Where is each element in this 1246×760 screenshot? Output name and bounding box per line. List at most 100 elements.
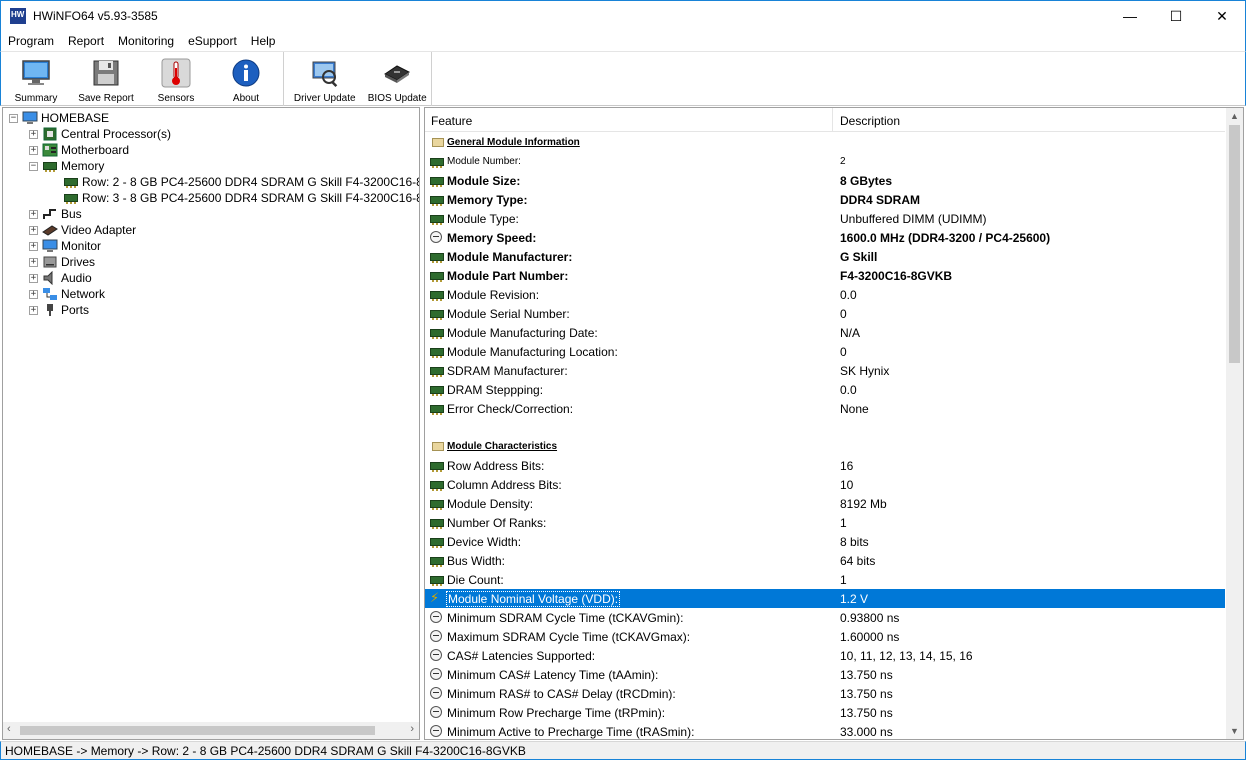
detail-row[interactable]: Memory Speed: 1600.0 MHz (DDR4-3200 / PC4…: [425, 228, 1225, 247]
hwinfo-app-icon[interactable]: [10, 8, 26, 24]
tree-item-ports[interactable]: + Ports: [29, 302, 89, 318]
details-vertical-scrollbar[interactable]: ▲ ▼: [1226, 108, 1243, 739]
detail-row[interactable]: DRAM Steppping: 0.0: [425, 380, 1225, 399]
menu-program[interactable]: Program: [1, 34, 61, 48]
detail-row[interactable]: Module Revision: 0.0: [425, 285, 1225, 304]
tree-item-memory-row-3[interactable]: Row: 3 - 8 GB PC4-25600 DDR4 SDRAM G Ski…: [63, 190, 419, 206]
sensors-button[interactable]: Sensors: [141, 52, 211, 106]
device-tree[interactable]: − HOMEBASE + Central Processor(s) + Moth…: [2, 107, 420, 740]
scroll-down-arrow-icon[interactable]: ▼: [1230, 726, 1239, 736]
feature-value: 13.750 ns: [840, 668, 893, 682]
menu-report[interactable]: Report: [61, 34, 111, 48]
detail-row[interactable]: Die Count: 1: [425, 570, 1225, 589]
feature-label: Minimum Row Precharge Time (tRPmin):: [447, 706, 666, 720]
save-report-button[interactable]: Save Report: [71, 52, 141, 106]
scrollbar-thumb[interactable]: [20, 726, 375, 735]
collapse-toggle[interactable]: −: [29, 161, 38, 171]
bios-update-button[interactable]: BIOS Update: [363, 52, 431, 106]
tree-item-memory-row-2[interactable]: Row: 2 - 8 GB PC4-25600 DDR4 SDRAM G Ski…: [63, 174, 419, 190]
tree-item-network[interactable]: + Network: [29, 286, 105, 302]
window-title: HWiNFO64 v5.93-3585: [33, 9, 158, 23]
feature-value: 2: [840, 156, 846, 167]
detail-row[interactable]: Minimum CAS# Latency Time (tAAmin): 13.75…: [425, 665, 1225, 684]
section-header[interactable]: Module Characteristics: [425, 437, 1225, 456]
expand-toggle[interactable]: +: [29, 305, 38, 315]
collapse-toggle[interactable]: −: [9, 113, 18, 123]
expand-toggle[interactable]: +: [29, 241, 38, 251]
tree-item-video-adapter[interactable]: + Video Adapter: [29, 222, 136, 238]
feature-column-header[interactable]: Feature: [425, 108, 833, 132]
tree-item-audio[interactable]: + Audio: [29, 270, 92, 286]
memory-module-icon: [430, 307, 444, 320]
expand-toggle[interactable]: +: [29, 145, 38, 155]
detail-row[interactable]: Minimum Row Precharge Time (tRPmin): 13.7…: [425, 703, 1225, 722]
expand-toggle[interactable]: +: [29, 209, 38, 219]
detail-row[interactable]: Number Of Ranks: 1: [425, 513, 1225, 532]
tree-item-label: Monitor: [61, 239, 102, 253]
detail-row[interactable]: Module Manufacturer: G Skill: [425, 247, 1225, 266]
computer-icon: [22, 111, 38, 125]
toolbar-group-main: Summary Save Report Sensors About: [1, 52, 284, 106]
tree-horizontal-scrollbar[interactable]: ‹ ›: [3, 722, 419, 739]
detail-row[interactable]: Minimum Active to Precharge Time (tRASmi…: [425, 722, 1225, 739]
summary-button[interactable]: Summary: [1, 52, 71, 106]
tree-item-drives[interactable]: + Drives: [29, 254, 95, 270]
detail-row[interactable]: Module Manufacturing Date: N/A: [425, 323, 1225, 342]
section-header[interactable]: General Module Information: [425, 133, 1225, 152]
bios-update-label: BIOS Update: [367, 93, 427, 104]
toolbar-group-updates: Driver Update BIOS Update: [286, 52, 432, 106]
detail-row[interactable]: Module Density: 8192 Mb: [425, 494, 1225, 513]
expand-toggle[interactable]: +: [29, 129, 38, 139]
description-column-header[interactable]: Description: [834, 108, 1225, 132]
detail-row[interactable]: CAS# Latencies Supported: 10, 11, 12, 13,…: [425, 646, 1225, 665]
expand-toggle[interactable]: +: [29, 257, 38, 267]
detail-row[interactable]: Minimum RAS# to CAS# Delay (tRCDmin): 13.…: [425, 684, 1225, 703]
detail-row[interactable]: Module Number: 2: [425, 152, 1225, 171]
tree-root-homebase[interactable]: − HOMEBASE: [9, 110, 109, 126]
detail-row[interactable]: Row Address Bits: 16: [425, 456, 1225, 475]
detail-row[interactable]: Memory Type: DDR4 SDRAM: [425, 190, 1225, 209]
bios-chip-icon: [381, 57, 413, 89]
detail-row[interactable]: Module Manufacturing Location: 0: [425, 342, 1225, 361]
tree-item-monitor[interactable]: + Monitor: [29, 238, 101, 254]
close-button[interactable]: ✕: [1199, 1, 1245, 31]
memory-module-icon: [430, 326, 444, 339]
scroll-up-arrow-icon[interactable]: ▲: [1230, 111, 1239, 121]
memory-module-icon: [430, 193, 444, 206]
scroll-left-arrow-icon[interactable]: ‹: [7, 723, 11, 735]
detail-row[interactable]: ⚡ Module Nominal Voltage (VDD): 1.2 V: [425, 589, 1225, 608]
tree-item-memory[interactable]: − Memory: [29, 158, 104, 174]
detail-row[interactable]: Column Address Bits: 10: [425, 475, 1225, 494]
detail-row[interactable]: Module Type: Unbuffered DIMM (UDIMM): [425, 209, 1225, 228]
minimize-button[interactable]: —: [1107, 1, 1153, 31]
detail-row[interactable]: Error Check/Correction: None: [425, 399, 1225, 418]
feature-value: 33.000 ns: [840, 725, 893, 739]
expand-toggle[interactable]: +: [29, 225, 38, 235]
details-list[interactable]: Feature Description General Module Infor…: [424, 107, 1244, 740]
tree-item-label: Ports: [61, 303, 90, 317]
driver-update-label: Driver Update: [293, 93, 356, 104]
maximize-button[interactable]: ☐: [1153, 1, 1199, 31]
info-icon: [230, 57, 262, 89]
detail-row[interactable]: Module Size: 8 GBytes: [425, 171, 1225, 190]
tree-item-motherboard[interactable]: + Motherboard: [29, 142, 129, 158]
menu-monitoring[interactable]: Monitoring: [111, 34, 181, 48]
cpu-icon: [42, 127, 58, 141]
detail-row[interactable]: Module Part Number: F4-3200C16-8GVKB: [425, 266, 1225, 285]
tree-item-cpu[interactable]: + Central Processor(s): [29, 126, 171, 142]
scroll-right-arrow-icon[interactable]: ›: [410, 723, 414, 735]
expand-toggle[interactable]: +: [29, 273, 38, 283]
about-button[interactable]: About: [211, 52, 281, 106]
detail-row[interactable]: Bus Width: 64 bits: [425, 551, 1225, 570]
detail-row[interactable]: Maximum SDRAM Cycle Time (tCKAVGmax): 1.6…: [425, 627, 1225, 646]
expand-toggle[interactable]: +: [29, 289, 38, 299]
detail-row[interactable]: SDRAM Manufacturer: SK Hynix: [425, 361, 1225, 380]
detail-row[interactable]: Module Serial Number: 0: [425, 304, 1225, 323]
driver-update-button[interactable]: Driver Update: [286, 52, 363, 106]
detail-row[interactable]: Minimum SDRAM Cycle Time (tCKAVGmin): 0.9…: [425, 608, 1225, 627]
scrollbar-thumb[interactable]: [1229, 125, 1240, 363]
menu-help[interactable]: Help: [244, 34, 283, 48]
tree-item-bus[interactable]: + Bus: [29, 206, 82, 222]
menu-esupport[interactable]: eSupport: [181, 34, 244, 48]
detail-row[interactable]: Device Width: 8 bits: [425, 532, 1225, 551]
